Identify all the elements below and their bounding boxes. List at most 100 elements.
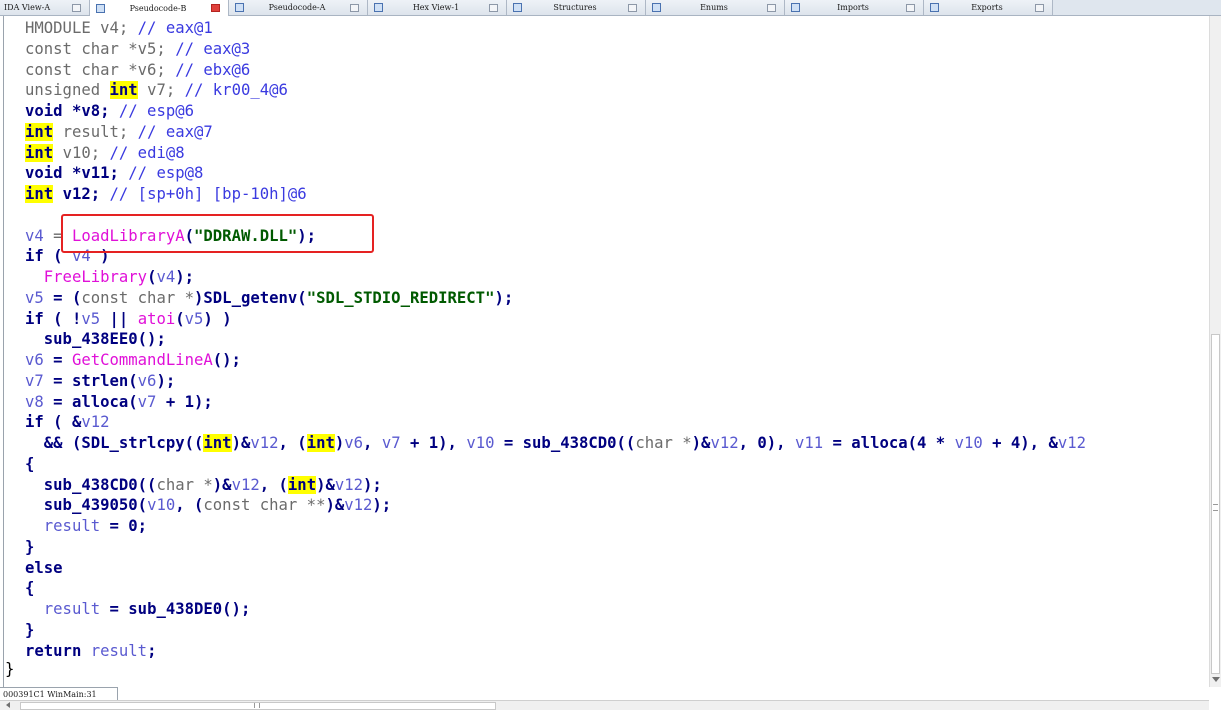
code-token: v12 bbox=[250, 434, 279, 452]
hex-view-icon bbox=[374, 3, 383, 12]
code-token: v7 bbox=[137, 392, 157, 411]
code-token: { bbox=[25, 454, 35, 473]
code-token: , ( bbox=[278, 434, 307, 452]
tab-hex-view-1[interactable]: Hex View-1 bbox=[368, 0, 507, 15]
tab-imports[interactable]: Imports bbox=[785, 0, 924, 15]
code-line[interactable]: if ( !v5 || atoi(v5) ) bbox=[25, 309, 1086, 330]
code-line[interactable]: int v10; // edi@8 bbox=[25, 143, 1086, 164]
annotation-red-box bbox=[61, 214, 374, 253]
code-line[interactable]: result = sub_438DE0(); bbox=[25, 599, 1086, 620]
code-line[interactable]: const char *v6; // ebx@6 bbox=[25, 60, 1086, 81]
code-line[interactable]: void *v11; // esp@8 bbox=[25, 163, 1086, 184]
tab-enums[interactable]: Enums bbox=[646, 0, 785, 15]
code-line[interactable]: { bbox=[25, 454, 1086, 475]
code-token: || bbox=[100, 309, 138, 328]
horizontal-scrollbar[interactable] bbox=[0, 700, 1209, 710]
highlighted-token: int bbox=[25, 122, 54, 141]
code-line[interactable]: sub_439050(v10, (const char **)&v12); bbox=[25, 495, 1086, 516]
tab-ida-view-a[interactable]: IDA View-A bbox=[0, 0, 90, 15]
structures-icon bbox=[513, 3, 522, 12]
vertical-scrollbar[interactable] bbox=[1209, 16, 1221, 687]
scroll-grip-icon bbox=[254, 703, 260, 708]
code-token: void *v11; bbox=[25, 164, 119, 183]
code-token: result bbox=[43, 600, 101, 618]
tab-structures[interactable]: Structures bbox=[507, 0, 646, 15]
code-line[interactable]: int v12; // [sp+0h] [bp-10h]@6 bbox=[25, 184, 1086, 205]
code-line[interactable]: { bbox=[25, 578, 1086, 599]
code-token: unsigned bbox=[25, 81, 101, 100]
tab-pseudocode-b[interactable]: Pseudocode-B bbox=[90, 0, 229, 16]
code-comment: // eax@3 bbox=[175, 39, 251, 58]
code-token: = ( bbox=[43, 288, 82, 307]
code-line[interactable]: v8 = alloca(v7 + 1); bbox=[25, 392, 1086, 413]
code-token: )& bbox=[691, 434, 711, 452]
code-line[interactable]: && (SDL_strlcpy((int)&v12, (int)v6, v7 +… bbox=[25, 433, 1086, 454]
code-line[interactable]: const char *v5; // eax@3 bbox=[25, 39, 1086, 60]
code-comment: // eax@1 bbox=[137, 19, 213, 37]
code-line[interactable]: } bbox=[25, 620, 1086, 641]
code-token: , ( bbox=[175, 496, 204, 515]
string-literal: "SDL_STDIO_REDIRECT" bbox=[306, 288, 495, 307]
code-token: && (SDL_strlcpy(( bbox=[25, 434, 204, 452]
code-token: result bbox=[90, 641, 148, 660]
code-line[interactable]: return result; bbox=[25, 641, 1086, 662]
code-line[interactable]: int result; // eax@7 bbox=[25, 122, 1086, 143]
code-token: v10 bbox=[147, 496, 176, 515]
code-line[interactable]: HMODULE v4; // eax@1 bbox=[25, 18, 1086, 39]
close-icon[interactable] bbox=[211, 4, 220, 12]
code-line[interactable]: sub_438CD0((char *)&v12, (int)&v12); bbox=[25, 475, 1086, 496]
code-line[interactable]: sub_438EE0(); bbox=[25, 329, 1086, 350]
code-token: )SDL_getenv( bbox=[194, 288, 307, 307]
code-line[interactable]: result = 0; bbox=[25, 516, 1086, 537]
code-comment: // eax@7 bbox=[137, 122, 213, 141]
scroll-left-arrow-icon[interactable] bbox=[6, 702, 10, 708]
highlighted-token: int bbox=[25, 143, 54, 162]
tab-label: Exports bbox=[971, 3, 1003, 12]
function-name: atoi bbox=[137, 309, 176, 328]
code-comment: // [sp+0h] [bp-10h]@6 bbox=[109, 185, 307, 203]
close-icon[interactable] bbox=[72, 3, 81, 12]
code-token: v6 bbox=[25, 351, 44, 369]
code-token: = sub_438DE0(); bbox=[100, 600, 251, 618]
code-token: (); bbox=[212, 351, 241, 369]
close-icon[interactable] bbox=[1035, 3, 1044, 12]
code-token: v12 bbox=[334, 475, 364, 494]
tab-pseudocode-a[interactable]: Pseudocode-A bbox=[229, 0, 368, 15]
code-token: return bbox=[25, 641, 82, 660]
code-token: HMODULE bbox=[25, 19, 91, 37]
close-icon[interactable] bbox=[767, 3, 776, 12]
close-icon[interactable] bbox=[350, 3, 359, 12]
code-line[interactable]: unsigned int v7; // kr00_4@6 bbox=[25, 80, 1086, 101]
code-token: = alloca( bbox=[43, 392, 138, 411]
code-token: v10 bbox=[466, 434, 495, 452]
code-token: const char *v5; bbox=[25, 39, 166, 58]
pseudocode-view[interactable]: HMODULE v4; // eax@1 const char *v5; // … bbox=[0, 16, 1209, 687]
code-token: const char ** bbox=[203, 496, 326, 515]
code-line[interactable]: v5 = (const char *)SDL_getenv("SDL_STDIO… bbox=[25, 288, 1086, 309]
tab-exports[interactable]: Exports bbox=[924, 0, 1053, 15]
code-token: = sub_438CD0(( bbox=[494, 434, 636, 452]
code-token: v12 bbox=[1057, 434, 1087, 452]
code-token: ); bbox=[156, 371, 176, 390]
close-icon[interactable] bbox=[906, 3, 915, 12]
code-line[interactable]: if ( &v12 bbox=[25, 412, 1086, 433]
close-icon[interactable] bbox=[628, 3, 637, 12]
code-token: + 1), bbox=[400, 434, 467, 452]
scroll-down-arrow-icon[interactable] bbox=[1212, 677, 1220, 682]
code-token: ) bbox=[334, 434, 345, 452]
code-token: ) ) bbox=[203, 309, 232, 328]
code-token: v12 bbox=[231, 475, 260, 494]
code-token: ); bbox=[372, 496, 392, 515]
code-line[interactable]: else bbox=[25, 558, 1086, 579]
code-line[interactable]: v7 = strlen(v6); bbox=[25, 371, 1086, 392]
code-token: sub_438CD0(( bbox=[43, 475, 157, 494]
close-icon[interactable] bbox=[489, 3, 498, 12]
function-name: GetCommandLineA bbox=[71, 351, 213, 369]
imports-icon bbox=[791, 3, 800, 12]
code-line[interactable]: void *v8; // esp@6 bbox=[25, 101, 1086, 122]
code-line[interactable]: v6 = GetCommandLineA(); bbox=[25, 350, 1086, 371]
code-token: = 0; bbox=[100, 517, 148, 535]
code-line[interactable]: FreeLibrary(v4); bbox=[25, 267, 1086, 288]
code-line[interactable]: } bbox=[25, 537, 1086, 558]
code-token: if ( ! bbox=[25, 309, 82, 328]
